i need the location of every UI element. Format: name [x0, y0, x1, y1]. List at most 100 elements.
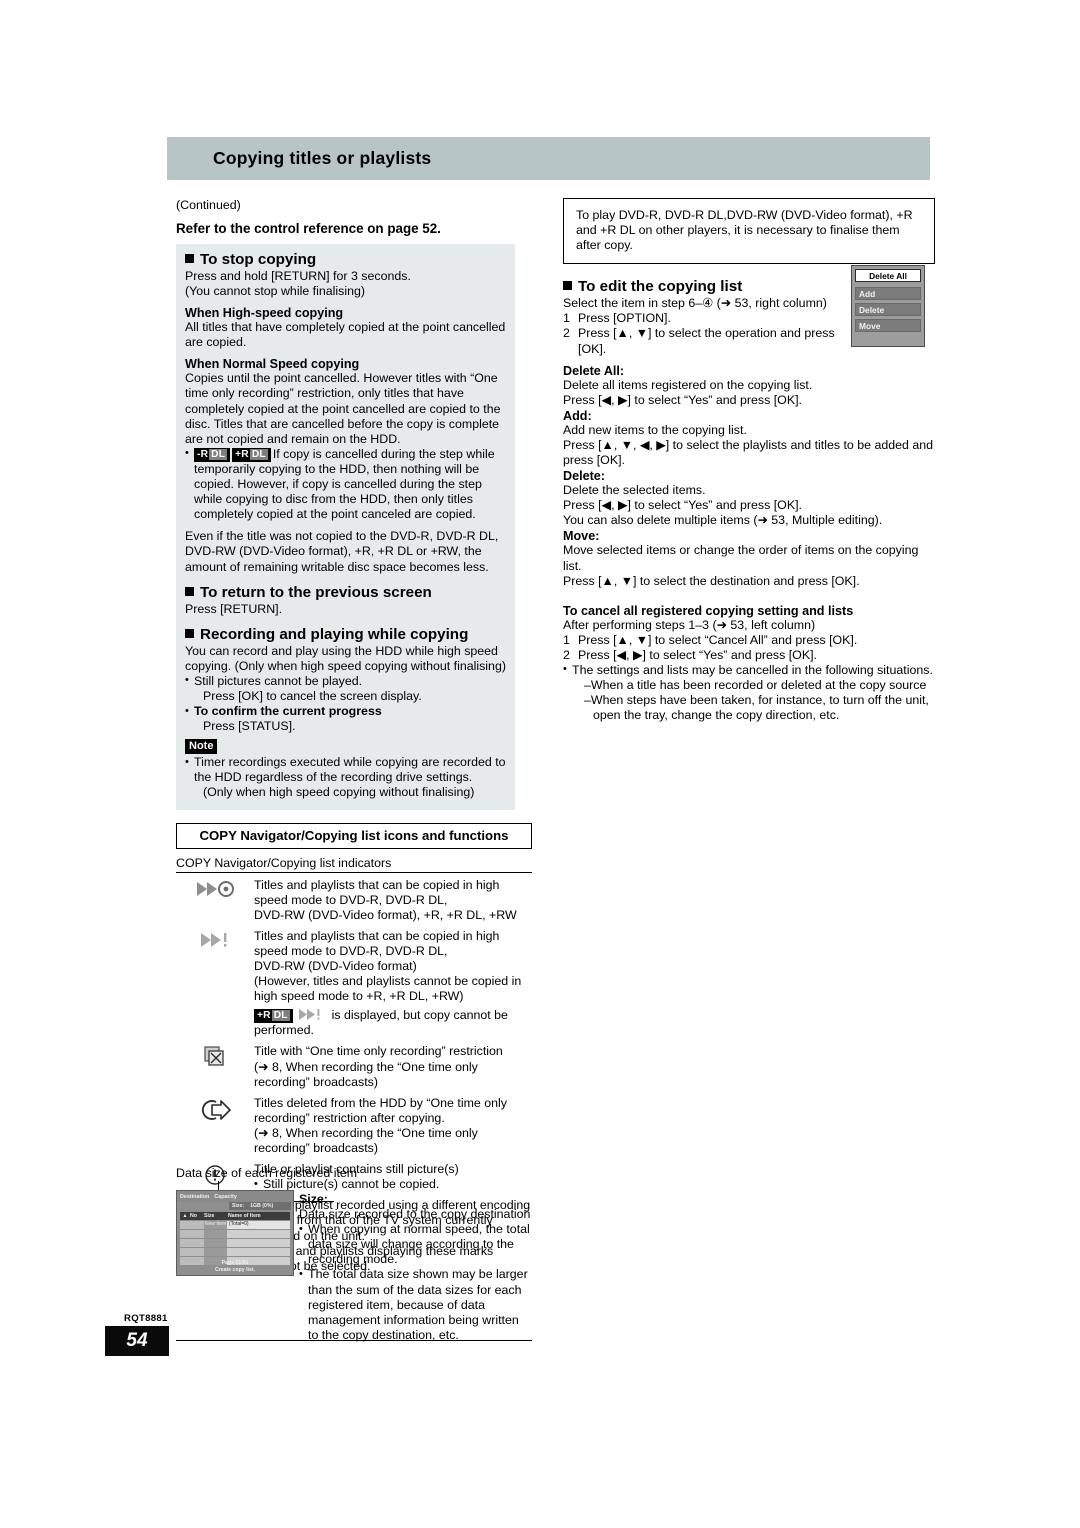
high-speed-copying-body: All titles that have completely copied a…: [185, 320, 506, 350]
mock-row-name: (Total=0): [229, 1221, 249, 1227]
recording-bullet1-text: Still pictures cannot be played.: [194, 673, 363, 688]
list-item: Timer recordings executed while copying …: [185, 755, 507, 800]
document-page: Copying titles or playlists (Continued) …: [0, 0, 1080, 1528]
left-column: (Continued) Refer to the control referen…: [176, 198, 532, 1280]
mock-page-indicator: Page 01/01: [221, 1260, 249, 1266]
delete-all-line1: Delete all items registered on the copyi…: [563, 377, 813, 392]
list-item: To confirm the current progress Press [S…: [185, 704, 507, 734]
section-heading-stop-copying: To stop copying: [185, 251, 507, 268]
table-row: [180, 1230, 290, 1239]
mock-create-copy-list: Create copy list.: [214, 1267, 256, 1273]
footer-divider: [176, 1340, 532, 1342]
mock-footer: Page 01/01 Create copy list.: [177, 1260, 293, 1274]
recording-bullet1-sub: Press [OK] to cancel the screen display.: [203, 688, 422, 703]
list-item: Still pictures cannot be played. Press […: [185, 673, 507, 704]
osd-menu-item-delete[interactable]: Delete: [855, 303, 921, 316]
minus-r-dl-badge: -R DL: [194, 447, 231, 462]
high-speed-copying-heading: When High-speed copying: [185, 306, 344, 321]
normal-speed-copying-body: Copies until the point cancelled. Howeve…: [185, 371, 501, 446]
icon-row-text: Title with “One time only recording” res…: [254, 1044, 503, 1089]
size-bullets: When copying at normal speed, the total …: [299, 1222, 531, 1343]
recording-playing-bullets: Still pictures cannot be played. Press […: [185, 673, 507, 734]
cancel-all-dash1: –When a title has been recorded or delet…: [584, 678, 927, 693]
cancel-all-heading: To cancel all registered copying setting…: [563, 603, 854, 618]
finalise-note-box: To play DVD-R, DVD-R DL,DVD-RW (DVD-Vide…: [563, 198, 935, 265]
cancel-all-dash2-cont: open the tray, change the copy direction…: [593, 708, 840, 723]
delete-line1: Delete the selected items.: [563, 483, 706, 498]
high-speed-exclaim-icon: [299, 1009, 320, 1021]
section-heading-return-previous: To return to the previous screen: [185, 584, 507, 601]
edit-list-step-1: 1 Press [OPTION].: [563, 311, 863, 326]
high-speed-exclaim-icon: [176, 929, 254, 949]
normal-speed-copying-heading: When Normal Speed copying: [185, 357, 360, 372]
mock-size-label: Size:: [232, 1203, 245, 1209]
recording-playing-body: You can record and play using the HDD wh…: [185, 643, 506, 673]
cancel-all-step-2: 2 Press [◀, ▶] to select “Yes” and press…: [563, 648, 935, 663]
model-code: RQT8881: [124, 1313, 168, 1324]
square-bullet-icon: [185, 586, 194, 596]
list-item: When copying at normal speed, the total …: [299, 1222, 531, 1267]
return-previous-body: Press [RETURN].: [185, 601, 283, 616]
size-body: Data size recorded to the copy destinati…: [299, 1207, 531, 1222]
cancel-all-bullets: The settings and lists may be cancelled …: [563, 662, 935, 723]
icon-row-extra: +R DL is displayed, but copy cannot be pe…: [254, 1008, 532, 1038]
table-row: [180, 1239, 290, 1248]
table-row: [180, 1248, 290, 1257]
icon-row-text: Titles deleted from the HDD by “One time…: [254, 1095, 507, 1156]
edit-copying-list-heading-text: To edit the copying list: [578, 278, 743, 296]
one-time-only-recording-icon: [176, 1044, 254, 1068]
dl-note-item: -RDL+RDLIf copy is cancelled during the …: [185, 446, 507, 522]
stop-copying-shaded-box: To stop copying Press and hold [RETURN] …: [176, 244, 515, 810]
mock-col-size: Size: [204, 1213, 215, 1219]
icon-row: Titles and playlists that can be copied …: [176, 929, 532, 1039]
cancel-all-bullet-text: The settings and lists may be cancelled …: [572, 662, 933, 677]
move-line2: Press [▲, ▼] to select the destination a…: [563, 573, 860, 588]
copy-list-screen-mock: Destination Capacity Size: 1GB (0%) ▲ No…: [176, 1190, 294, 1276]
delete-line2: Press [◀, ▶] to select “Yes” and press […: [563, 498, 802, 513]
stop-copying-line2: (You cannot stop while finalising): [185, 284, 366, 299]
stop-copying-heading-text: To stop copying: [200, 251, 317, 268]
mock-table-header: ▲ No Size Name of Item: [180, 1212, 290, 1220]
osd-menu-item-delete-all[interactable]: Delete All: [855, 269, 921, 282]
mock-titlebar: Destination Capacity: [177, 1191, 293, 1202]
square-bullet-icon: [185, 628, 194, 638]
icon-row: Title with “One time only recording” res…: [176, 1044, 532, 1089]
table-row: New Item (Total=0): [180, 1221, 290, 1230]
mock-capacity-label: Capacity: [214, 1193, 237, 1200]
page-number: 54: [126, 1330, 148, 1351]
edit-list-step-2: 2 Press [▲, ▼] to select the operation a…: [563, 326, 863, 356]
mock-col-name: Name of Item: [228, 1213, 261, 1219]
size-bullet1-text: When copying at normal speed, the total …: [308, 1222, 530, 1267]
size-bullet2-text: The total data size shown may be larger …: [308, 1267, 528, 1342]
step-text: Press [▲, ▼] to select “Cancel All” and …: [578, 632, 858, 647]
osd-menu-item-add[interactable]: Add: [855, 287, 921, 300]
cancel-all-step-1: 1 Press [▲, ▼] to select “Cancel All” an…: [563, 633, 935, 648]
add-heading: Add:: [563, 408, 592, 423]
recording-bullet2-sub: Press [STATUS].: [203, 719, 296, 734]
dl-note-list: -RDL+RDLIf copy is cancelled during the …: [185, 446, 507, 522]
step-number: 2: [563, 647, 570, 662]
continued-label: (Continued): [176, 198, 241, 212]
note-bullets: Timer recordings executed while copying …: [185, 755, 507, 800]
step-text: Press [▲, ▼] to select the operation and…: [578, 326, 835, 356]
add-line2: Press [▲, ▼, ◀, ▶] to select the playlis…: [563, 437, 934, 468]
delete-all-heading: Delete All:: [563, 363, 625, 378]
cancel-all-intro: After performing steps 1–3 (➜ 53, left c…: [563, 617, 816, 632]
option-menu-graphic: Delete All Add Delete Move: [851, 265, 925, 347]
cancel-all-dash2-text: –When steps have been taken, for instanc…: [584, 693, 929, 708]
stop-copying-closing: Even if the title was not copied to the …: [185, 529, 499, 574]
page-title: Copying titles or playlists: [213, 148, 432, 168]
data-size-label: Data size of each registered item: [176, 1166, 358, 1180]
copy-navigator-boxed-title: COPY Navigator/Copying list icons and fu…: [176, 822, 532, 849]
note-bullet-text: Timer recordings executed while copying …: [194, 755, 506, 785]
icon-row-text: Titles and playlists that can be copied …: [254, 877, 517, 922]
move-line1: Move selected items or change the order …: [563, 543, 919, 573]
high-speed-disc-icon: [176, 878, 254, 898]
copy-navigator-indicators-label: COPY Navigator/Copying list indicators: [176, 855, 392, 870]
mock-col-arrow: ▲: [182, 1213, 188, 1219]
note-tag: Note: [185, 739, 218, 755]
delete-heading: Delete:: [563, 469, 605, 484]
edit-list-intro: Select the item in step 6–④ (➜ 53, right…: [563, 296, 827, 311]
osd-menu-item-move[interactable]: Move: [855, 319, 921, 332]
delete-line3: You can also delete multiple items (➜ 53…: [563, 513, 883, 528]
